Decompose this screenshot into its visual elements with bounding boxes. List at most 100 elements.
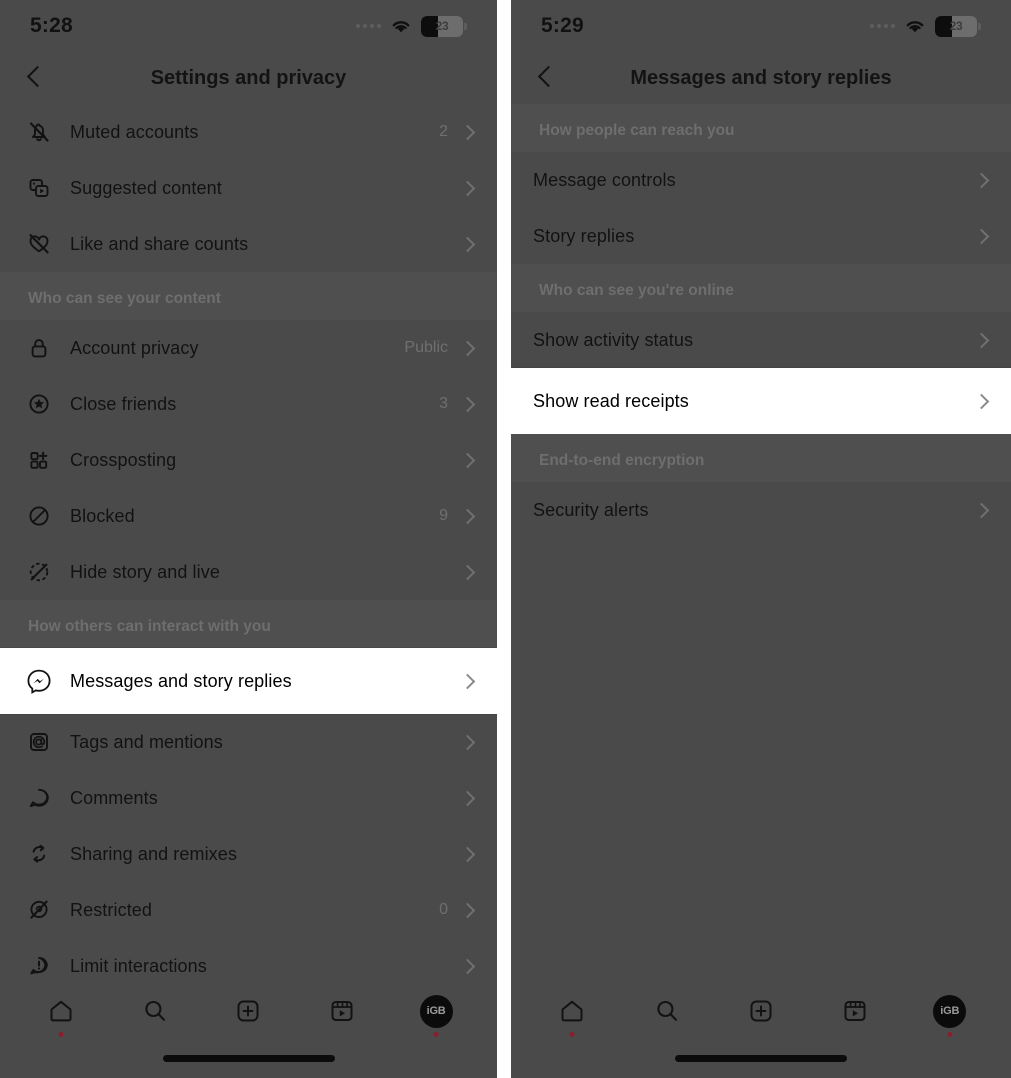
sidebar-item-security-alerts[interactable]: Security alerts (511, 482, 1011, 538)
back-chevron-icon[interactable] (22, 65, 48, 91)
status-bar-indicators: 23 (870, 15, 981, 37)
battery-percent: 23 (949, 19, 963, 33)
messenger-icon (22, 664, 56, 698)
chevron-right-icon (976, 335, 987, 346)
chevron-right-icon (462, 455, 473, 466)
crossposting-grid-icon (22, 443, 56, 477)
screenshot-root: 5:28 23 Settings and privacy Muted accou… (0, 0, 1011, 1078)
chevron-right-icon (462, 849, 473, 860)
sidebar-item-label: Account privacy (70, 337, 199, 358)
tab-create[interactable] (738, 991, 784, 1031)
sidebar-item-account-privacy[interactable]: Account privacy Public (0, 320, 497, 376)
row-trailing (976, 505, 987, 516)
row-trailing: 2 (439, 123, 473, 141)
page-title: Messages and story replies (630, 66, 892, 89)
sidebar-item-label: Show read receipts (533, 390, 689, 411)
tab-bar-items: iGB (0, 980, 497, 1042)
row-value: Public (404, 339, 448, 356)
close-friends-star-icon (22, 387, 56, 421)
row-trailing: 0 (439, 901, 473, 919)
tab-search[interactable] (132, 991, 178, 1031)
battery-icon: 23 (935, 15, 981, 37)
sidebar-item-label: Blocked (70, 505, 135, 526)
sidebar-item-label: Close friends (70, 393, 177, 414)
chevron-right-icon (462, 793, 473, 804)
tab-home[interactable] (38, 991, 84, 1037)
row-trailing (448, 849, 473, 860)
lock-icon (22, 331, 56, 365)
home-indicator (162, 1055, 335, 1062)
at-mention-icon (22, 725, 56, 759)
sidebar-item-show-activity-status[interactable]: Show activity status (511, 312, 1011, 368)
sidebar-item-blocked[interactable]: Blocked 9 (0, 488, 497, 544)
notification-dot (433, 1032, 439, 1037)
restricted-icon (22, 893, 56, 927)
sidebar-item-message-controls[interactable]: Message controls (511, 152, 1011, 208)
sidebar-item-comments[interactable]: Comments (0, 770, 497, 826)
sidebar-item-sharing-and-remixes[interactable]: Sharing and remixes (0, 826, 497, 882)
sidebar-item-messages-and-story-replies[interactable]: Messages and story replies (0, 648, 497, 714)
section-header: Who can see you're online (511, 264, 1011, 312)
settings-group: How others can interact with you (0, 600, 497, 648)
row-trailing (448, 239, 473, 250)
chevron-right-icon (462, 127, 473, 138)
sidebar-item-label: Messages and story replies (70, 670, 292, 691)
sidebar-item-show-read-receipts[interactable]: Show read receipts (511, 368, 1011, 434)
sidebar-item-close-friends[interactable]: Close friends 3 (0, 376, 497, 432)
sidebar-item-label: Security alerts (533, 499, 649, 520)
row-trailing (448, 183, 473, 194)
sidebar-item-crossposting[interactable]: Crossposting (0, 432, 497, 488)
row-trailing (976, 175, 987, 186)
chevron-right-icon (462, 676, 473, 687)
heart-slash-icon (22, 227, 56, 261)
section-header: How people can reach you (511, 104, 1011, 152)
nav-header: Messages and story replies (511, 52, 1011, 104)
sidebar-item-like-and-share-counts[interactable]: Like and share counts (0, 216, 497, 272)
chevron-right-icon (976, 505, 987, 516)
sidebar-item-restricted[interactable]: Restricted 0 (0, 882, 497, 938)
row-trailing (448, 567, 473, 578)
avatar: iGB (933, 994, 967, 1028)
bottom-tab-bar: iGB (0, 980, 497, 1078)
settings-group: End-to-end encryption (511, 434, 1011, 482)
sidebar-item-label: Suggested content (70, 177, 222, 198)
sidebar-item-muted-accounts[interactable]: Muted accounts 2 (0, 104, 497, 160)
row-trailing (976, 396, 987, 407)
settings-group-rows: Show activity status Show read receipts (511, 312, 1011, 434)
sidebar-item-label: Restricted (70, 899, 153, 920)
chevron-right-icon (462, 737, 473, 748)
sidebar-item-label: Message controls (533, 169, 676, 190)
row-trailing: 3 (439, 395, 473, 413)
page-title: Settings and privacy (150, 66, 347, 89)
tab-reels[interactable] (319, 991, 365, 1031)
sidebar-item-tags-and-mentions[interactable]: Tags and mentions (0, 714, 497, 770)
settings-group-rows: Security alerts (511, 482, 1011, 538)
muted-bell-icon (22, 115, 56, 149)
limit-interactions-icon (22, 949, 56, 983)
sidebar-item-label: Muted accounts (70, 121, 199, 142)
tab-profile[interactable]: iGB (413, 991, 459, 1037)
sidebar-item-suggested-content[interactable]: Suggested content (0, 160, 497, 216)
tab-profile[interactable]: iGB (927, 991, 973, 1037)
tab-bar-items: iGB (511, 980, 1011, 1042)
battery-percent: 23 (435, 19, 449, 33)
sidebar-item-story-replies[interactable]: Story replies (511, 208, 1011, 264)
sidebar-item-label: Crossposting (70, 449, 177, 470)
sharing-remix-icon (22, 837, 56, 871)
avatar: iGB (419, 994, 453, 1028)
row-trailing (448, 793, 473, 804)
sidebar-item-hide-story-and-live[interactable]: Hide story and live (0, 544, 497, 600)
chevron-right-icon (976, 175, 987, 186)
tab-search[interactable] (644, 991, 690, 1031)
wifi-icon (390, 18, 412, 34)
chevron-right-icon (462, 239, 473, 250)
chevron-right-icon (976, 396, 987, 407)
tab-home[interactable] (549, 991, 595, 1037)
tab-reels[interactable] (832, 991, 878, 1031)
settings-group-rows: Message controls Story replies (511, 152, 1011, 264)
signal-dots-icon (870, 24, 895, 28)
chevron-right-icon (462, 183, 473, 194)
settings-group-rows: Messages and story replies Tags and ment… (0, 648, 497, 994)
tab-create[interactable] (225, 991, 271, 1031)
back-chevron-icon[interactable] (533, 65, 559, 91)
